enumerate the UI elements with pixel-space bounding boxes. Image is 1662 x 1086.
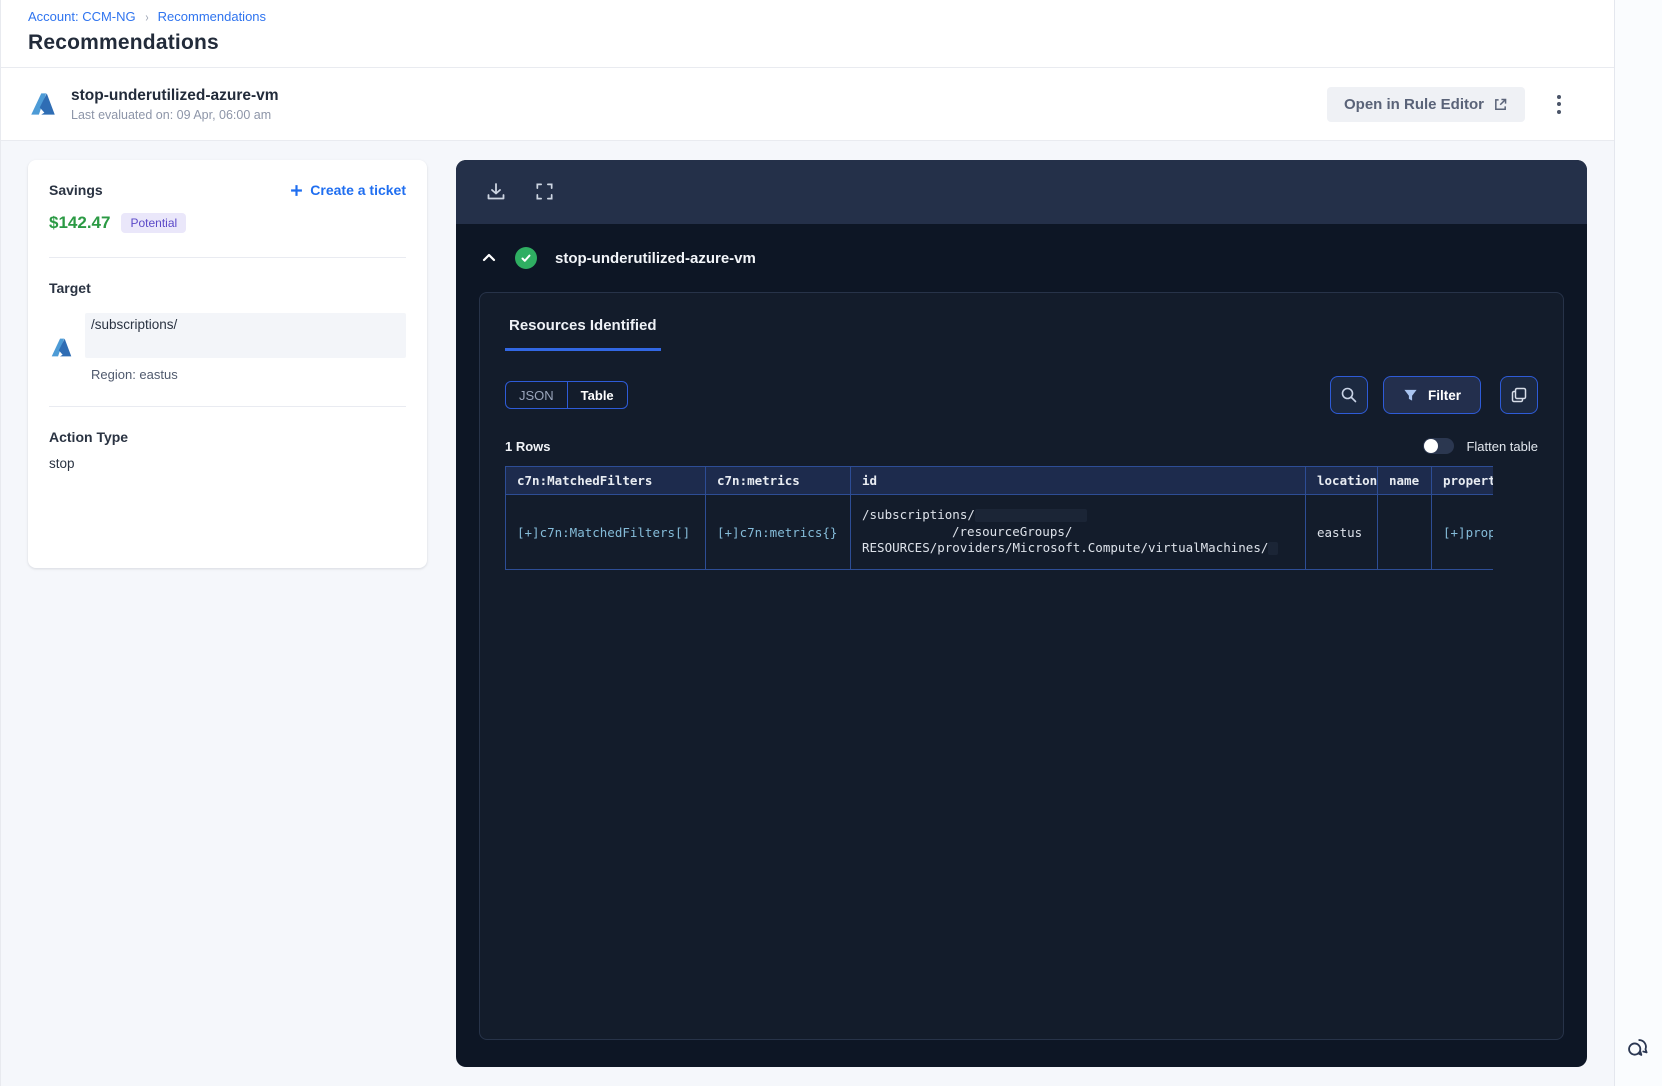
- target-region: Region: eastus: [91, 367, 178, 382]
- redacted-text: [974, 509, 1087, 523]
- card-divider: [49, 406, 406, 407]
- column-header-metrics[interactable]: c7n:metrics: [705, 466, 851, 495]
- breadcrumb-account-link[interactable]: Account: CCM-NG: [28, 9, 136, 24]
- resources-table: c7n:MatchedFilters c7n:metrics id locati…: [505, 466, 1493, 570]
- cell-name[interactable]: [1377, 494, 1432, 570]
- id-line3: RESOURCES/providers/Microsoft.Compute/vi…: [862, 540, 1269, 556]
- kebab-menu-button[interactable]: [1549, 89, 1569, 120]
- results-panel: stop-underutilized-azure-vm Resources Id…: [456, 160, 1587, 1067]
- download-icon[interactable]: [485, 181, 507, 203]
- flatten-table-toggle[interactable]: [1423, 438, 1455, 454]
- search-button[interactable]: [1329, 376, 1368, 414]
- cell-metrics[interactable]: [+]c7n:metrics{}: [705, 494, 851, 570]
- column-header-id[interactable]: id: [850, 466, 1306, 495]
- breadcrumb-recommendations-link[interactable]: Recommendations: [158, 9, 266, 24]
- tab-resources-identified[interactable]: Resources Identified: [505, 307, 661, 351]
- column-header-location[interactable]: location: [1305, 466, 1378, 495]
- potential-badge: Potential: [121, 213, 187, 233]
- recommendation-summary-card: Savings Create a ticket $142.47 Potentia…: [28, 160, 427, 568]
- create-ticket-label: Create a ticket: [310, 182, 406, 198]
- cell-properties[interactable]: [+]properties{}: [1431, 494, 1493, 570]
- filter-label: Filter: [1427, 387, 1461, 403]
- panel-rule-name: stop-underutilized-azure-vm: [555, 249, 756, 267]
- table-header-row: c7n:MatchedFilters c7n:metrics id locati…: [505, 466, 1493, 495]
- open-in-rule-editor-label: Open in Rule Editor: [1343, 95, 1484, 113]
- resources-identified-card: Resources Identified JSON Table Filter 1…: [479, 292, 1564, 1040]
- id-line1: /subscriptions/: [862, 507, 975, 523]
- filter-button[interactable]: Filter: [1382, 376, 1481, 414]
- chevron-up-icon[interactable]: [481, 250, 497, 266]
- resources-table-wrap: c7n:MatchedFilters c7n:metrics id locati…: [505, 466, 1493, 570]
- content-area: Savings Create a ticket $142.47 Potentia…: [1, 141, 1614, 1086]
- fullscreen-icon[interactable]: [533, 181, 555, 203]
- page: Account: CCM-NG › Recommendations Recomm…: [0, 0, 1662, 1086]
- cell-matched-filters[interactable]: [+]c7n:MatchedFilters[]: [505, 494, 706, 570]
- savings-amount: $142.47: [49, 213, 111, 232]
- panel-title-row: stop-underutilized-azure-vm: [456, 224, 1587, 269]
- savings-label: Savings: [49, 182, 103, 198]
- cell-location[interactable]: eastus: [1305, 494, 1378, 570]
- cell-id[interactable]: /subscriptions/ /resourceGroups/ RESOURC…: [850, 494, 1306, 570]
- table-controls-row: JSON Table Filter: [505, 376, 1538, 414]
- rule-last-evaluated: Last evaluated on: 09 Apr, 06:00 am: [71, 107, 272, 122]
- copy-icon: [1511, 387, 1527, 403]
- view-mode-segmented-control: JSON Table: [505, 381, 628, 409]
- create-ticket-button[interactable]: Create a ticket: [290, 182, 406, 198]
- success-check-icon: [515, 247, 537, 269]
- search-icon: [1341, 387, 1357, 403]
- table-row: [+]c7n:MatchedFilters[] [+]c7n:metrics{}…: [505, 494, 1493, 570]
- target-item: /subscriptions/ Region: eastus: [49, 313, 406, 382]
- azure-icon: [51, 338, 72, 357]
- main-column: Account: CCM-NG › Recommendations Recomm…: [0, 0, 1615, 1086]
- external-link-icon: [1495, 98, 1507, 110]
- rows-info-row: 1 Rows Flatten table: [505, 438, 1538, 454]
- panel-toolbar: [456, 160, 1587, 224]
- row-count: 1 Rows: [505, 438, 551, 454]
- rule-header-text: stop-underutilized-azure-vm Last evaluat…: [71, 87, 279, 122]
- plus-icon: [291, 184, 303, 196]
- rule-header: stop-underutilized-azure-vm Last evaluat…: [1, 68, 1614, 141]
- breadcrumb: Account: CCM-NG › Recommendations: [28, 9, 1587, 24]
- rule-title: stop-underutilized-azure-vm: [71, 86, 279, 104]
- target-label: Target: [49, 280, 91, 296]
- column-header-properties[interactable]: properties: [1431, 466, 1493, 495]
- action-type-value: stop: [49, 456, 75, 471]
- rule-header-actions: Open in Rule Editor: [1326, 86, 1587, 122]
- action-type-label: Action Type: [49, 429, 129, 445]
- flatten-table-label: Flatten table: [1466, 438, 1538, 454]
- id-line2: /resourceGroups/: [952, 523, 1073, 539]
- view-json-segment[interactable]: JSON: [506, 382, 567, 408]
- card-divider: [49, 257, 406, 258]
- view-table-segment[interactable]: Table: [566, 382, 627, 408]
- redacted-text: [1268, 542, 1279, 556]
- target-path-block: /subscriptions/: [85, 313, 406, 358]
- filter-icon: [1404, 389, 1417, 401]
- column-header-name[interactable]: name: [1377, 466, 1432, 495]
- flatten-table-control: Flatten table: [1423, 438, 1538, 454]
- target-lines: /subscriptions/ Region: eastus: [85, 313, 406, 382]
- azure-icon: [31, 93, 55, 115]
- chat-support-icon[interactable]: [1624, 1035, 1651, 1062]
- column-header-matched-filters[interactable]: c7n:MatchedFilters: [505, 466, 706, 495]
- page-title: Recommendations: [28, 31, 219, 54]
- target-path: /subscriptions/: [91, 317, 178, 332]
- copy-button[interactable]: [1500, 376, 1538, 414]
- right-gutter: [1615, 0, 1662, 1086]
- open-in-rule-editor-button[interactable]: Open in Rule Editor: [1326, 86, 1525, 122]
- topbar: Account: CCM-NG › Recommendations Recomm…: [1, 0, 1614, 68]
- breadcrumb-separator-icon: ›: [145, 8, 149, 25]
